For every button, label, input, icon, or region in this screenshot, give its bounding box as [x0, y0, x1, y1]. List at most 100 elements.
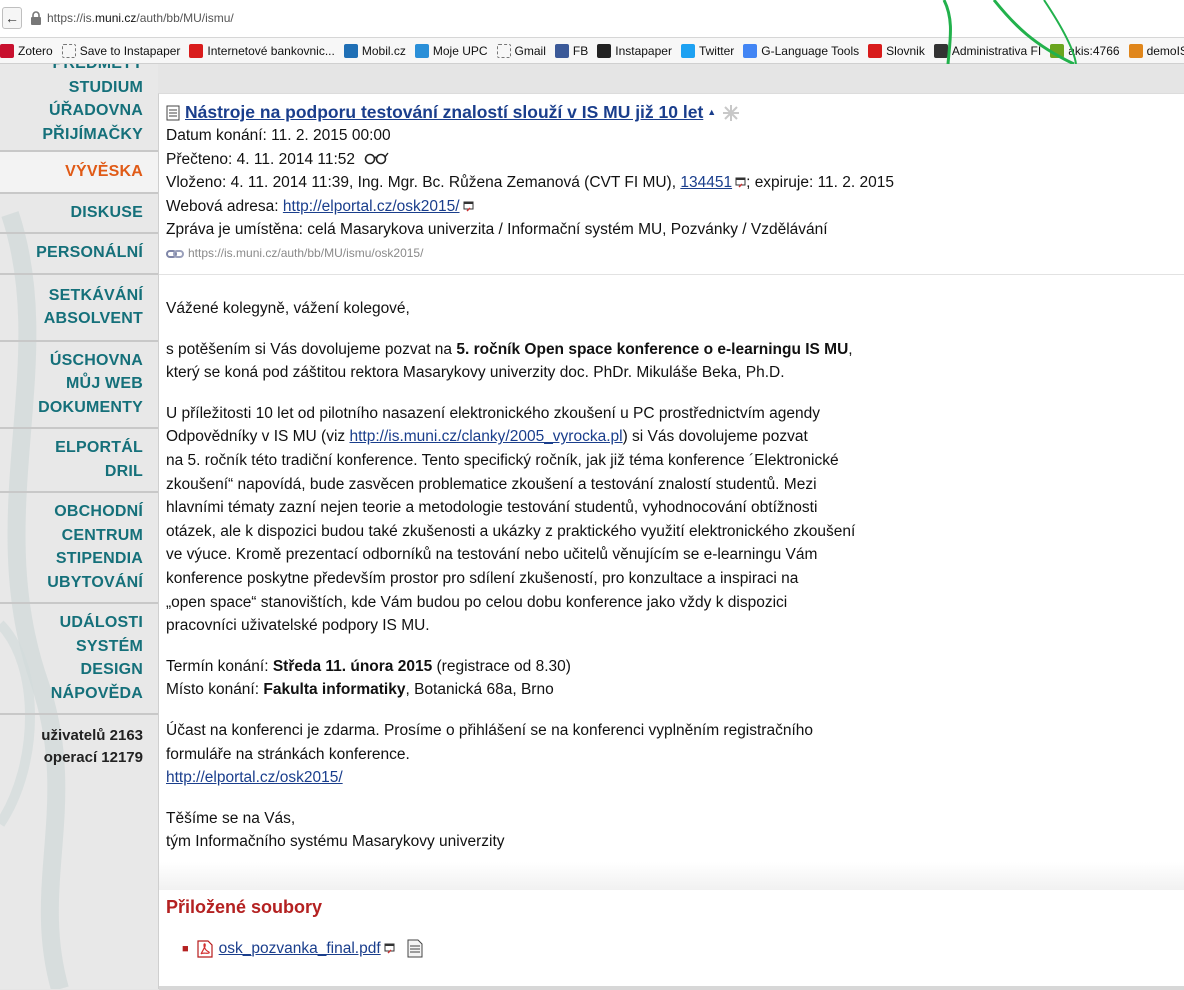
bookmark-item[interactable]: Internetové bankovnic... — [189, 43, 335, 58]
placement-info: Zpráva je umístěna: celá Masarykova univ… — [166, 221, 828, 239]
twitter-icon — [680, 43, 695, 58]
bookmark-label: Slovnik — [886, 43, 925, 58]
bookmark-item[interactable]: Moje UPC — [414, 43, 488, 58]
posted-info: Vloženo: 4. 11. 2014 11:39, Ing. Mgr. Bc… — [166, 171, 1166, 194]
sidebar-item-prijimacky[interactable]: PŘIJÍMAČKY — [0, 123, 143, 147]
p2-line: pracovníci uživatelské podpory IS MU. — [166, 617, 430, 635]
sidebar-item-napoveda[interactable]: NÁPOVĚDA — [0, 682, 143, 706]
read-date: Přečteno: 4. 11. 2014 11:52 — [166, 148, 1166, 171]
p2-line: otázek, ale k dispozici budou také zkuše… — [166, 522, 856, 540]
main-content: Nástroje na podporu testování znalostí s… — [158, 93, 1184, 990]
sidebar-item-udalosti[interactable]: UDÁLOSTI — [0, 611, 143, 635]
sidebar-group: SETKÁVÁNÍ ABSOLVENT — [0, 275, 158, 342]
term-note: (registrace od 8.30) — [432, 657, 571, 675]
paragraph-registration: Účast na konferenci je zdarma. Prosíme o… — [166, 719, 1166, 790]
bookmark-item[interactable]: G-Language Tools — [743, 43, 860, 58]
sidebar-stats: uživatelů 2163 operací 12179 — [0, 715, 158, 769]
term-date: Středa 11. února 2015 — [272, 657, 433, 675]
permalink[interactable]: https://is.muni.cz/auth/bb/MU/ismu/osk20… — [166, 242, 1166, 265]
registration-link[interactable]: http://elportal.cz/osk2015/ — [166, 769, 343, 786]
event-date-label: Datum konání: — [166, 127, 272, 145]
sidebar-item-studium[interactable]: STUDIUM — [0, 76, 143, 100]
bookmark-label: Gmail — [514, 43, 546, 58]
p2-line2-pre: Odpovědníky v IS MU (viz — [166, 428, 350, 446]
bookmark-item[interactable]: Mobil.cz — [343, 43, 406, 58]
sidebar-item-elportal[interactable]: ELPORTÁL — [0, 436, 143, 460]
bookmark-item[interactable]: Zotero — [0, 43, 53, 58]
sidebar-item-predmety[interactable]: PŘEDMĚTY — [0, 64, 143, 76]
sidebar-item-dokumenty[interactable]: DOKUMENTY — [0, 396, 143, 420]
bullet-icon: ■ — [182, 942, 189, 955]
read-date-label: Přečteno: — [166, 150, 237, 168]
web-address: Webová adresa: http://elportal.cz/osk201… — [166, 195, 1166, 218]
paragraph-invitation: s potěšením si Vás dovolujeme pozvat na … — [166, 338, 1166, 385]
sidebar-item-vyveska[interactable]: VÝVĚSKA — [0, 160, 143, 184]
new-window-icon[interactable] — [463, 201, 474, 212]
upc-icon — [414, 43, 429, 58]
p2-line: zkoušení“ napovídá, bude zasvěcen proble… — [166, 475, 817, 493]
bookmark-item[interactable]: Slovnik — [868, 43, 925, 58]
paragraph-description: U příležitosti 10 let od pilotního nasaz… — [166, 402, 1166, 638]
bookmark-label: Moje UPC — [432, 43, 488, 58]
sidebar-group: PŘEDMĚTYSTUDIUMÚŘADOVNAPŘIJÍMAČKY — [0, 64, 158, 152]
sidebar-item-ubytovani[interactable]: UBYTOVÁNÍ — [0, 571, 143, 595]
article-body: Vážené kolegyně, vážení kolegové, s potě… — [166, 293, 1166, 871]
article-title-row: Nástroje na podporu testování znalostí s… — [166, 101, 1166, 124]
content-bottom-border — [159, 986, 1184, 990]
sidebar-item-system[interactable]: SYSTÉM — [0, 635, 143, 659]
attachment-item: ■ osk_pozvanka_final.pdf — [182, 939, 423, 958]
web-address-link[interactable]: http://elportal.cz/osk2015/ — [283, 198, 460, 215]
bookmark-label: Save to Instapaper — [79, 43, 181, 58]
sidebar-item-personalni[interactable]: PERSONÁLNÍ — [0, 241, 143, 265]
snowflake-icon[interactable] — [722, 104, 740, 122]
google-icon — [743, 43, 758, 58]
dotted-page-icon — [61, 43, 76, 58]
new-window-icon[interactable] — [735, 177, 746, 188]
author-uco-link[interactable]: 134451 — [680, 174, 732, 191]
bookmark-label: Instapaper — [615, 43, 672, 58]
collapse-arrow-icon[interactable]: ▲ — [707, 101, 716, 124]
sidebar-group: PERSONÁLNÍ — [0, 234, 158, 275]
bookmark-label: G-Language Tools — [761, 43, 860, 58]
sidebar-item-stipendia[interactable]: STIPENDIA — [0, 547, 143, 571]
sidebar-item-absolvent[interactable]: ABSOLVENT — [0, 307, 143, 331]
glasses-icon[interactable] — [363, 151, 389, 165]
new-window-icon[interactable] — [384, 943, 395, 954]
sidebar-item-uradovna[interactable]: ÚŘADOVNA — [0, 99, 143, 123]
bookmark-label: FB — [572, 43, 589, 58]
term-label: Termín konání: — [166, 657, 273, 675]
sidebar-item-muj-web[interactable]: MŮJ WEB — [0, 372, 143, 396]
web-address-label: Webová adresa: — [166, 197, 283, 215]
chain-link-icon — [166, 250, 184, 259]
bank-icon — [189, 43, 204, 58]
p2-line: na 5. ročník této tradiční konference. T… — [166, 451, 839, 469]
annual-report-link[interactable]: http://is.muni.cz/clanky/2005_vyrocka.pl — [349, 428, 622, 445]
paragraph-logistics: Termín konání: Středa 11. února 2015 (re… — [166, 655, 1166, 702]
url-input[interactable]: https://is.muni.cz/auth/bb/MU/ismu/ — [47, 11, 234, 25]
bookmark-item[interactable]: Gmail — [496, 43, 546, 58]
bookmark-item[interactable]: Save to Instapaper — [61, 43, 181, 58]
p1-text: s potěšením si Vás dovolujeme pozvat na — [166, 340, 457, 358]
bookmark-item[interactable]: Twitter — [680, 43, 734, 58]
bookmark-item[interactable]: Instapaper — [597, 43, 672, 58]
article-title-link[interactable]: Nástroje na podporu testování znalostí s… — [185, 101, 703, 124]
place-address: , Botanická 68a, Brno — [405, 681, 554, 699]
sidebar-item-diskuse[interactable]: DISKUSE — [0, 201, 143, 225]
p2-line1: U příležitosti 10 let od pilotního nasaz… — [166, 404, 820, 422]
main-header-decoration — [179, 64, 379, 74]
p4-line2: formuláře na stránkách konference. — [166, 745, 410, 763]
sidebar-item-obchodni[interactable]: OBCHODNÍ — [0, 500, 143, 524]
read-date-value: 4. 11. 2014 11:52 — [236, 150, 356, 168]
header-decoration — [942, 0, 1077, 64]
sidebar-group: ELPORTÁL DRIL — [0, 429, 158, 493]
sidebar-item-uschovna[interactable]: ÚSCHOVNA — [0, 349, 143, 373]
sidebar-item-design[interactable]: DESIGN — [0, 658, 143, 682]
sidebar-item-centrum[interactable]: CENTRUM — [0, 524, 143, 548]
attachment-file-link[interactable]: osk_pozvanka_final.pdf — [219, 940, 381, 958]
sidebar-item-setkavani[interactable]: SETKÁVÁNÍ — [0, 284, 143, 308]
view-document-icon[interactable] — [407, 939, 423, 958]
sidebar-item-dril[interactable]: DRIL — [0, 460, 143, 484]
place-label: Místo konání: — [166, 681, 264, 699]
bookmark-item[interactable]: FB — [554, 43, 589, 58]
back-button[interactable]: ← — [2, 7, 22, 29]
